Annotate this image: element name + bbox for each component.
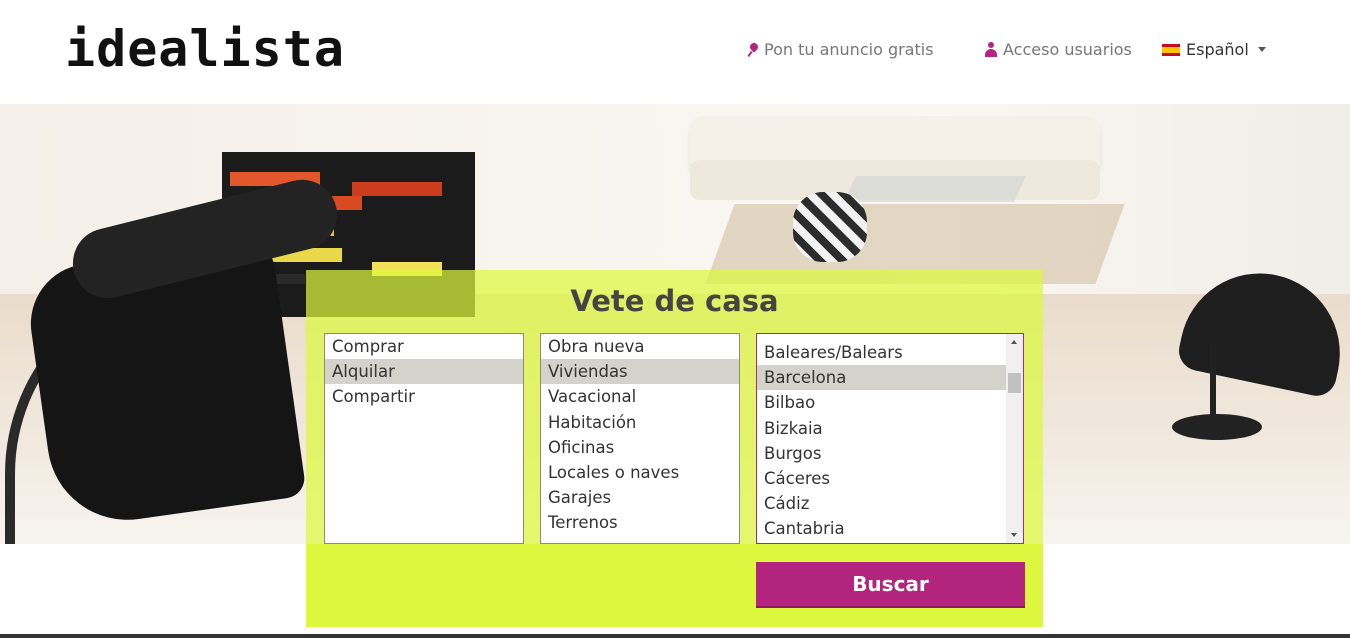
option-oficinas[interactable]: Oficinas bbox=[541, 435, 739, 460]
location-options: Baleares/Balears Barcelona Bilbao Bizkai… bbox=[757, 340, 1007, 542]
option-terrenos[interactable]: Terrenos bbox=[541, 510, 739, 535]
login-link[interactable]: Acceso usuarios bbox=[985, 40, 1132, 59]
search-button[interactable]: Buscar bbox=[756, 562, 1025, 608]
post-ad-link[interactable]: Pon tu anuncio gratis bbox=[748, 40, 934, 59]
scroll-thumb[interactable] bbox=[1008, 373, 1021, 393]
spain-flag-icon bbox=[1162, 43, 1180, 56]
pouf bbox=[793, 192, 867, 262]
option-bizkaia[interactable]: Bizkaia bbox=[757, 416, 1007, 441]
location-listbox[interactable]: Baleares/Balears Barcelona Bilbao Bizkai… bbox=[756, 333, 1024, 544]
user-icon bbox=[985, 42, 997, 57]
operation-listbox[interactable]: Comprar Alquilar Compartir bbox=[324, 333, 524, 544]
option-alquilar[interactable]: Alquilar bbox=[325, 359, 523, 385]
chevron-down-icon bbox=[1257, 47, 1266, 52]
option-locales[interactable]: Locales o naves bbox=[541, 460, 739, 485]
option-caceres[interactable]: Cáceres bbox=[757, 466, 1007, 491]
property-type-listbox[interactable]: Obra nueva Viviendas Vacacional Habitaci… bbox=[540, 333, 740, 544]
coffee-table bbox=[843, 176, 1027, 202]
option-compartir[interactable]: Compartir bbox=[325, 384, 523, 409]
option-baleares[interactable]: Baleares/Balears bbox=[757, 340, 1007, 365]
option-cantabria[interactable]: Cantabria bbox=[757, 516, 1007, 541]
lounge-chair bbox=[0, 172, 345, 544]
language-label: Español bbox=[1186, 40, 1249, 59]
idealista-logo[interactable]: idealista bbox=[65, 24, 345, 74]
option-viviendas[interactable]: Viviendas bbox=[541, 359, 739, 385]
scroll-up-icon[interactable] bbox=[1011, 340, 1017, 344]
lamp-base bbox=[1172, 414, 1262, 440]
post-ad-label: Pon tu anuncio gratis bbox=[764, 40, 934, 59]
language-selector[interactable]: Español bbox=[1162, 40, 1266, 59]
option-cadiz[interactable]: Cádiz bbox=[757, 491, 1007, 516]
option-obra-nueva[interactable]: Obra nueva bbox=[541, 334, 739, 359]
search-panel: Vete de casa Comprar Alquilar Compartir … bbox=[306, 270, 1043, 627]
option-vacacional[interactable]: Vacacional bbox=[541, 384, 739, 409]
option-comprar[interactable]: Comprar bbox=[325, 334, 523, 359]
search-title: Vete de casa bbox=[570, 284, 779, 318]
page-divider bbox=[0, 634, 1350, 638]
option-bilbao[interactable]: Bilbao bbox=[757, 390, 1007, 415]
option-habitacion[interactable]: Habitación bbox=[541, 410, 739, 435]
login-label: Acceso usuarios bbox=[1003, 40, 1132, 59]
option-barcelona[interactable]: Barcelona bbox=[757, 365, 1007, 391]
site-header: idealista Pon tu anuncio gratis Acceso u… bbox=[0, 0, 1350, 104]
scroll-down-icon[interactable] bbox=[1011, 533, 1017, 537]
option-garajes[interactable]: Garajes bbox=[541, 485, 739, 510]
location-scrollbar[interactable] bbox=[1006, 334, 1023, 543]
option-burgos[interactable]: Burgos bbox=[757, 441, 1007, 466]
pin-icon bbox=[748, 43, 758, 57]
